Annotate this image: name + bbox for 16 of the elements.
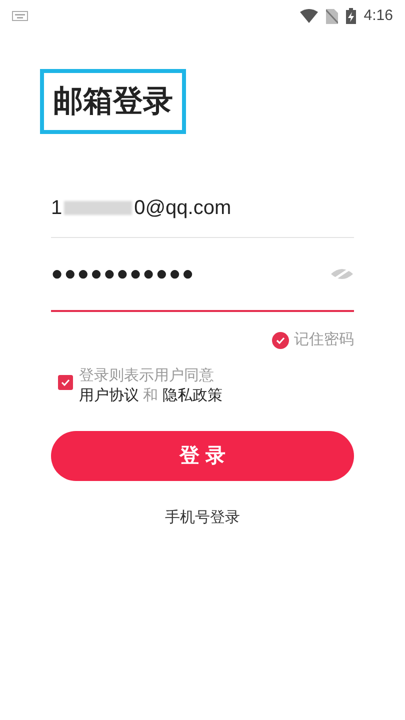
remember-label: 记住密码: [294, 330, 354, 350]
wifi-icon: [300, 9, 318, 23]
remember-checkbox[interactable]: [272, 332, 289, 349]
agreement-link[interactable]: 隐私政策: [162, 386, 222, 404]
battery-charging-icon: [346, 8, 356, 24]
page-title: 邮箱登录: [53, 84, 173, 120]
agreement-text: 登录则表示用户同意 用户协议 和 隐私政策: [79, 366, 224, 406]
phone-login-link[interactable]: 手机号登录: [165, 506, 240, 529]
email-field[interactable]: 1 0@qq.com: [51, 178, 354, 238]
agreement-checkbox[interactable]: [58, 374, 73, 390]
agreement-link[interactable]: 用户协议: [79, 386, 144, 404]
password-field[interactable]: ●●●●●●●●●●●: [51, 238, 354, 312]
login-button[interactable]: 登 录: [51, 430, 354, 480]
status-time: 4:16: [364, 6, 393, 26]
keyboard-icon: [12, 11, 28, 21]
no-sim-icon: [326, 8, 338, 24]
